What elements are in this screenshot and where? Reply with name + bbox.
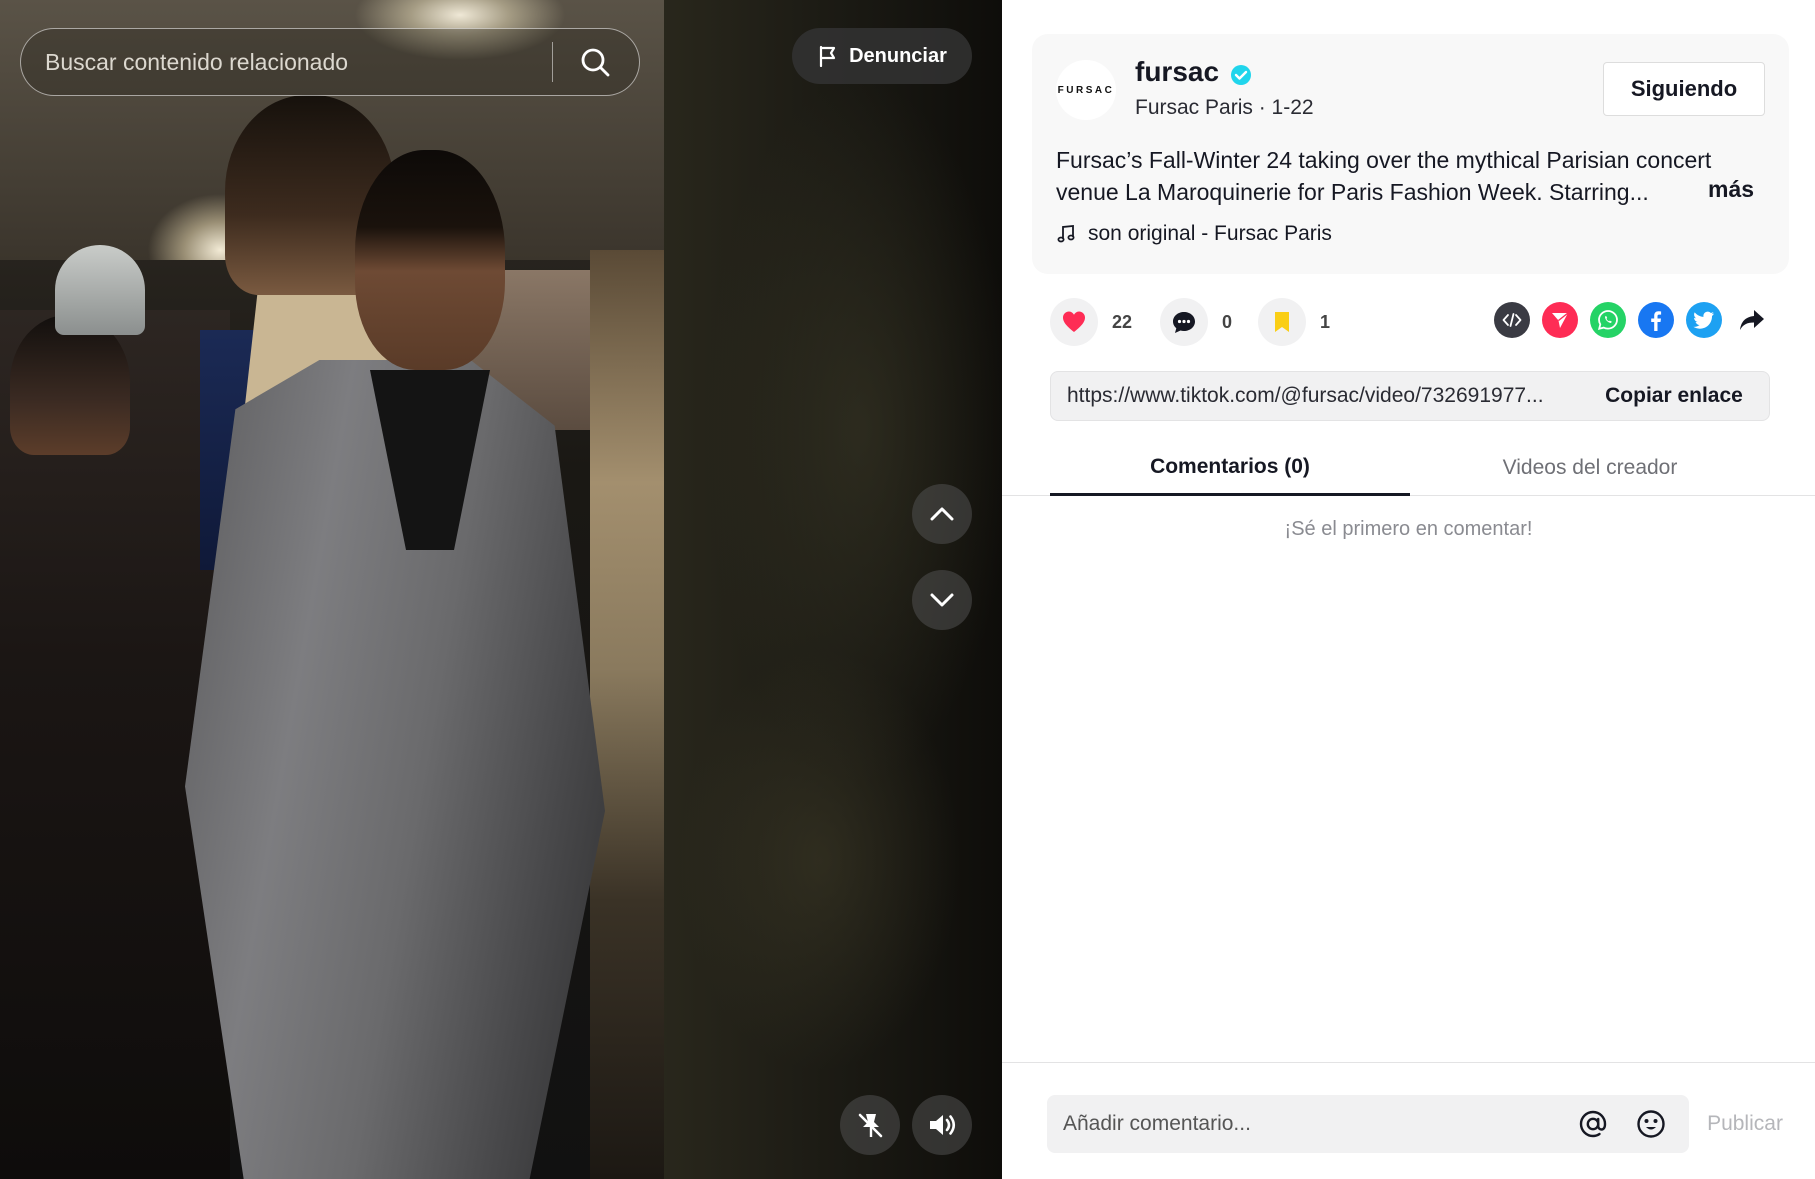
chevron-up-icon bbox=[930, 507, 954, 521]
more-button[interactable]: más bbox=[1708, 176, 1754, 203]
video-player[interactable] bbox=[0, 0, 664, 1179]
video-area: Denunciar bbox=[0, 0, 1002, 1179]
floating-player-button[interactable] bbox=[840, 1095, 900, 1155]
comment-count: 0 bbox=[1222, 311, 1233, 332]
music-label: son original - Fursac Paris bbox=[1088, 222, 1332, 245]
search-input[interactable] bbox=[45, 48, 552, 76]
emoji-button[interactable] bbox=[1631, 1104, 1671, 1144]
save-circle bbox=[1258, 298, 1306, 346]
pin-off-icon bbox=[858, 1113, 883, 1138]
music-note-icon bbox=[1057, 225, 1075, 243]
comment-button[interactable]: 0 bbox=[1160, 298, 1232, 346]
avatar[interactable]: FURSAC bbox=[1056, 60, 1116, 120]
search-icon bbox=[581, 48, 610, 77]
video-description: Fursac’s Fall-Winter 24 taking over the … bbox=[1056, 147, 1712, 205]
volume-button[interactable] bbox=[912, 1095, 972, 1155]
facebook-share-button[interactable] bbox=[1638, 302, 1674, 338]
music-link[interactable]: son original - Fursac Paris bbox=[1056, 222, 1332, 246]
whatsapp-icon bbox=[1597, 310, 1618, 331]
bookmark-icon bbox=[1275, 312, 1289, 332]
mention-button[interactable] bbox=[1573, 1104, 1613, 1144]
send-icon bbox=[1552, 312, 1569, 328]
flag-icon bbox=[819, 45, 836, 67]
side-panel: FURSAC fursac Fursac Paris · 1-22 Siguie… bbox=[1002, 0, 1815, 1179]
like-button[interactable]: 22 bbox=[1050, 298, 1132, 346]
copy-link-button[interactable]: Copiar enlace bbox=[1579, 372, 1769, 420]
video-info-card: FURSAC fursac Fursac Paris · 1-22 Siguie… bbox=[1032, 34, 1789, 274]
save-button[interactable]: 1 bbox=[1258, 298, 1330, 346]
like-count: 22 bbox=[1112, 311, 1133, 332]
embed-icon bbox=[1502, 313, 1522, 327]
search-button[interactable] bbox=[573, 40, 617, 84]
video-scene-person bbox=[590, 250, 664, 1179]
tab-comments[interactable]: Comentarios (0) bbox=[1050, 440, 1410, 496]
following-button[interactable]: Siguiendo bbox=[1603, 62, 1765, 116]
author-subline: Fursac Paris · 1-22 bbox=[1135, 96, 1314, 119]
comment-input[interactable] bbox=[1063, 1112, 1573, 1136]
emoji-icon bbox=[1637, 1110, 1665, 1138]
panel-tabs: Comentarios (0) Videos del creador bbox=[1002, 440, 1815, 496]
empty-comments-message: ¡Sé el primero en comentar! bbox=[1284, 518, 1533, 540]
video-scene-person bbox=[10, 315, 130, 455]
send-to-friends-button[interactable] bbox=[1542, 302, 1578, 338]
twitter-icon bbox=[1693, 311, 1714, 329]
video-scene-model bbox=[355, 150, 505, 370]
heart-icon bbox=[1063, 311, 1085, 332]
previous-video-button[interactable] bbox=[912, 484, 972, 544]
twitter-share-button[interactable] bbox=[1686, 302, 1722, 338]
share-arrow-icon bbox=[1740, 310, 1764, 330]
like-circle bbox=[1050, 298, 1098, 346]
report-label: Denunciar bbox=[849, 44, 947, 67]
chevron-down-icon bbox=[930, 593, 954, 607]
save-count: 1 bbox=[1320, 311, 1331, 332]
tab-creator-videos[interactable]: Videos del creador bbox=[1410, 440, 1770, 496]
verified-badge-icon bbox=[1231, 65, 1251, 85]
copy-link-box: https://www.tiktok.com/@fursac/video/732… bbox=[1050, 371, 1770, 421]
search-divider bbox=[551, 42, 553, 82]
next-video-button[interactable] bbox=[912, 570, 972, 630]
volume-icon bbox=[930, 1115, 956, 1135]
embed-button[interactable] bbox=[1494, 302, 1530, 338]
video-scene-person bbox=[55, 245, 145, 335]
whatsapp-share-button[interactable] bbox=[1590, 302, 1626, 338]
comment-bar: Publicar bbox=[1002, 1062, 1815, 1179]
comment-circle bbox=[1160, 298, 1208, 346]
author-username[interactable]: fursac bbox=[1135, 56, 1219, 88]
more-share-button[interactable] bbox=[1734, 302, 1770, 338]
video-link-text[interactable]: https://www.tiktok.com/@fursac/video/732… bbox=[1051, 384, 1579, 408]
report-button[interactable]: Denunciar bbox=[792, 28, 972, 84]
at-mention-icon bbox=[1579, 1110, 1607, 1138]
comment-box bbox=[1047, 1095, 1689, 1153]
publish-button[interactable]: Publicar bbox=[1687, 1095, 1803, 1153]
facebook-icon bbox=[1651, 311, 1662, 331]
comment-bubble-icon bbox=[1173, 312, 1195, 333]
search-bar bbox=[20, 28, 640, 96]
